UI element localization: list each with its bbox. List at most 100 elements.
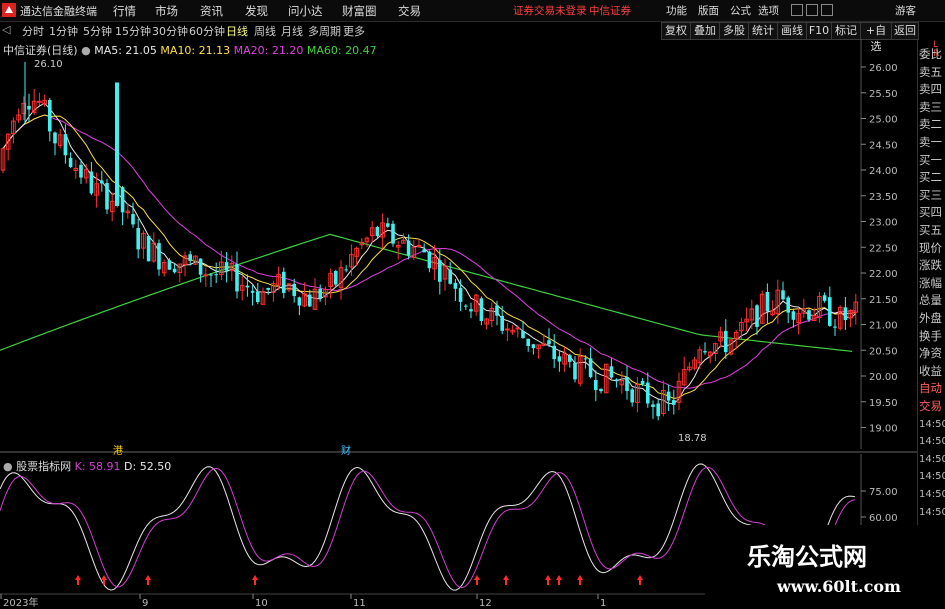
side-panel-item[interactable]: 卖三: [919, 100, 942, 114]
period-1min[interactable]: 1分钟: [49, 23, 78, 39]
candle-body-down: [791, 311, 796, 320]
xaxis-label: 1: [600, 598, 606, 609]
candle-body-down: [27, 105, 31, 110]
menu-caifuquan[interactable]: 财富圈: [342, 3, 377, 19]
period-60min[interactable]: 60分钟: [189, 23, 225, 39]
menu-faxian[interactable]: 发现: [245, 3, 268, 19]
period-5min[interactable]: 5分钟: [83, 23, 112, 39]
candle-body-down: [250, 290, 255, 293]
side-panel-item[interactable]: 涨幅: [919, 276, 942, 290]
candle-body-down: [666, 391, 671, 401]
menu-xuanxiang[interactable]: 选项: [758, 3, 779, 18]
tongji-button[interactable]: 统计: [748, 22, 778, 40]
side-panel-item[interactable]: 卖二: [919, 118, 942, 131]
period-30min[interactable]: 30分钟: [152, 23, 188, 39]
period-more[interactable]: 更多: [343, 23, 365, 39]
side-panel-item[interactable]: 总量: [919, 294, 942, 307]
period-monthly[interactable]: 月线: [281, 23, 303, 39]
menu-shichang[interactable]: 市场: [155, 3, 178, 19]
f10-button[interactable]: F10: [806, 22, 832, 40]
login-status[interactable]: 证券交易未登录: [513, 3, 587, 18]
broker-name[interactable]: 中信证券: [589, 3, 631, 18]
side-panel-item[interactable]: 外盘: [919, 312, 942, 325]
settings-icon[interactable]: ●: [81, 44, 91, 57]
candle-body-down: [464, 305, 468, 307]
price-tick-label: 19.00: [869, 424, 898, 435]
period-weekly[interactable]: 周线: [254, 23, 276, 39]
maximize-icon[interactable]: [821, 4, 833, 16]
side-panel-item[interactable]: 14:50: [919, 453, 945, 466]
side-panel-item[interactable]: 涨跌: [919, 259, 942, 272]
menu-gongneng[interactable]: 功能: [666, 3, 687, 18]
ma60-label: MA60: 20.47: [306, 44, 377, 57]
menu-hangqing[interactable]: 行情: [113, 3, 136, 19]
app-title: 通达信金融终端: [20, 5, 97, 18]
side-panel-item[interactable]: 净资: [919, 347, 942, 360]
guest-label[interactable]: 游客: [895, 3, 916, 18]
period-fenshi[interactable]: 分时: [22, 23, 44, 39]
candle-body-down: [120, 187, 125, 213]
kline-chart[interactable]: 75.00 60.00 26.00 25.50 25.00 24.50 24.00 23.5…: [0, 39, 917, 609]
side-panel-item[interactable]: 14:50: [919, 418, 945, 431]
side-panel-item[interactable]: 14:50: [919, 470, 945, 483]
side-panel-item[interactable]: 14:50: [919, 506, 945, 519]
diejia-button[interactable]: 叠加: [690, 22, 720, 40]
side-panel-item[interactable]: 14:50: [919, 488, 945, 501]
candle-body-down: [308, 294, 312, 307]
candle-body-down: [521, 331, 525, 338]
price-tick-label: 23.50: [869, 192, 898, 203]
candle-body-down: [256, 291, 260, 303]
candle-body-down: [625, 376, 629, 392]
side-panel-item[interactable]: 现价: [919, 241, 942, 255]
add-watchlist-button[interactable]: +自选: [860, 22, 892, 53]
side-panel-item[interactable]: 委比: [919, 48, 942, 61]
candle-body-down: [146, 235, 151, 262]
candle-body-up: [505, 328, 510, 331]
side-panel-item[interactable]: 卖五: [919, 65, 942, 79]
side-panel-item[interactable]: 卖四: [919, 83, 942, 96]
price-tick-label: 24.50: [869, 140, 898, 151]
price-tick-label: 26.00: [869, 63, 898, 74]
menu-jiaoyi[interactable]: 交易: [398, 3, 421, 19]
side-panel-item[interactable]: 买五: [919, 224, 942, 237]
side-panel-item[interactable]: 卖一: [919, 136, 942, 149]
duogu-button[interactable]: 多股: [719, 22, 749, 40]
candle-body-down: [469, 309, 473, 312]
menu-wenxiaoda[interactable]: 问小达: [288, 3, 323, 19]
side-panel-item[interactable]: 交易: [919, 400, 942, 413]
candle-body-down: [131, 214, 135, 225]
event-marker-cai[interactable]: 财: [341, 442, 351, 457]
biaoji-button[interactable]: 标记: [831, 22, 861, 40]
side-panel-item[interactable]: 14:50: [919, 435, 945, 448]
fuquan-button[interactable]: 复权: [661, 22, 691, 40]
buy-signal-arrow-icon: [75, 575, 81, 585]
ma10-label: MA10: 21.13: [160, 44, 231, 57]
menu-gongshi[interactable]: 公式: [730, 3, 751, 18]
back-icon[interactable]: ◁: [2, 23, 10, 36]
side-panel-item[interactable]: 买二: [919, 171, 942, 184]
side-panel-item[interactable]: 买一: [919, 153, 942, 167]
side-panel-item[interactable]: 买三: [919, 188, 942, 202]
candle-body-down: [786, 297, 790, 313]
candle-body-down: [765, 292, 770, 312]
candle-body-down: [48, 99, 52, 132]
event-marker-gang[interactable]: 港: [113, 442, 123, 457]
price-tick-label: 25.00: [869, 115, 898, 126]
huaxian-button[interactable]: 画线: [777, 22, 807, 40]
period-15min[interactable]: 15分钟: [115, 23, 151, 39]
minimize-icon[interactable]: [791, 4, 803, 16]
side-panel-item[interactable]: 换手: [919, 329, 942, 343]
indicator-settings-icon[interactable]: ●: [3, 460, 13, 473]
side-panel-item[interactable]: 买四: [919, 206, 942, 219]
menu-banmian[interactable]: 版面: [698, 3, 719, 18]
menu-zixun[interactable]: 资讯: [200, 3, 223, 19]
candle-body-down: [646, 382, 650, 404]
side-panel-item[interactable]: 收益: [919, 364, 942, 378]
candle-body-down: [724, 330, 728, 353]
back-button[interactable]: 返回: [891, 22, 919, 40]
candle-body-down: [198, 258, 203, 275]
period-daily[interactable]: 日线: [226, 23, 248, 39]
period-multi[interactable]: 多周期: [308, 23, 341, 39]
side-panel-item[interactable]: 自动: [919, 382, 942, 395]
restore-icon[interactable]: [806, 4, 818, 16]
